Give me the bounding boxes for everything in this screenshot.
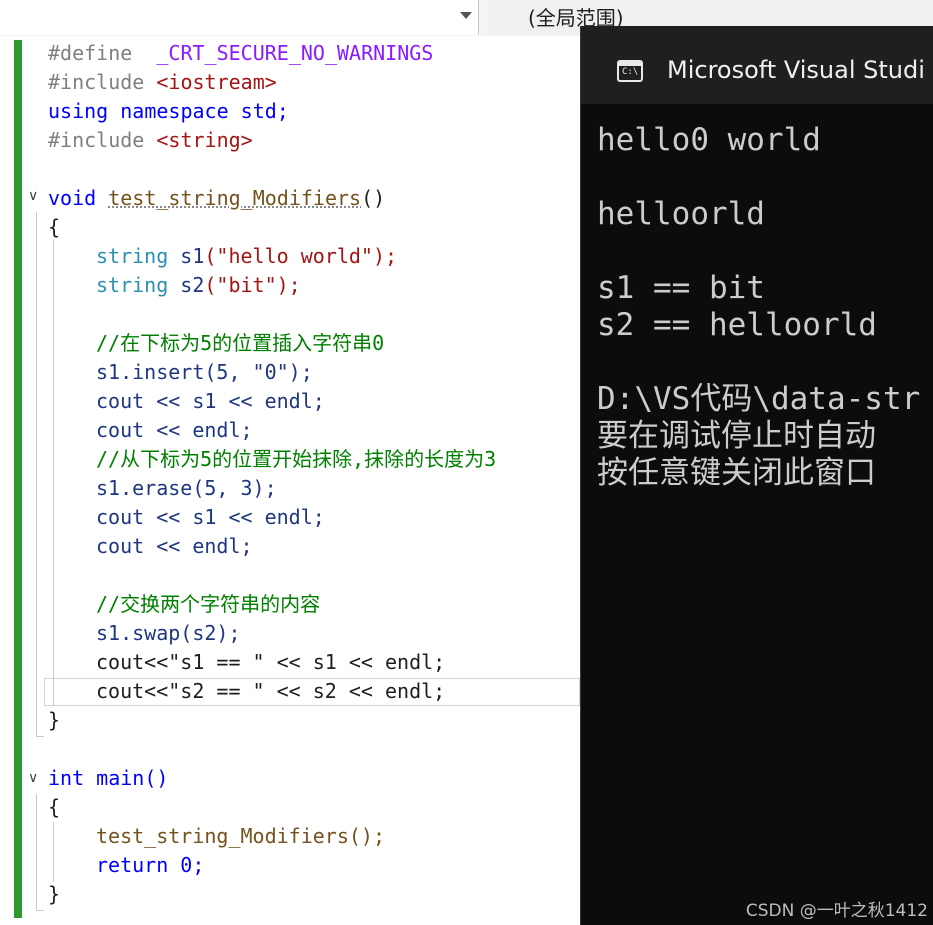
console-output-line: s2 == helloorld: [597, 307, 877, 343]
code-line: cout << s1 << endl;: [96, 505, 325, 529]
code-line: {: [48, 795, 61, 819]
console-output-line: D:\VS代码\data-str: [597, 381, 921, 417]
code-line: string s2("bit");: [96, 273, 301, 297]
code-line: return 0;: [96, 853, 205, 877]
code-line: }: [48, 708, 61, 732]
indent-guide: [53, 822, 54, 882]
fold-guide: [36, 794, 37, 910]
code-editor[interactable]: ∨ ∨ #define _CRT_SECURE_NO_WARNINGS #inc…: [0, 36, 580, 925]
code-line: cout << endl;: [96, 534, 253, 558]
chevron-down-icon[interactable]: [460, 12, 472, 19]
fold-guide: [36, 212, 37, 736]
console-title: Microsoft Visual Studi: [667, 56, 925, 84]
change-tracking-bar: [14, 40, 22, 918]
console-output-line: hello0 world: [597, 122, 821, 158]
csdn-watermark: CSDN @一叶之秋1412: [745, 901, 928, 921]
code-line: void test_string_Modifiers(): [48, 186, 386, 210]
code-line: s1.insert(5, "0");: [96, 360, 313, 384]
code-line: using namespace std;: [48, 99, 289, 123]
code-comment: //从下标为5的位置开始抹除,抹除的长度为3: [96, 447, 497, 471]
code-line: s1.erase(5, 3);: [96, 476, 277, 500]
code-line: #include <string>: [48, 128, 253, 152]
console-output-line: 按任意键关闭此窗口: [597, 455, 876, 491]
fold-toggle-icon[interactable]: ∨: [28, 188, 38, 204]
code-line: }: [48, 882, 61, 906]
fold-toggle-icon[interactable]: ∨: [28, 770, 38, 786]
code-comment: //在下标为5的位置插入字符串0: [96, 331, 385, 355]
code-line: s1.swap(s2);: [96, 621, 241, 645]
code-comment: //交换两个字符串的内容: [96, 592, 321, 616]
fold-guide-end: [36, 736, 44, 737]
code-line: #include <iostream>: [48, 70, 277, 94]
console-output-line: s1 == bit: [597, 270, 765, 306]
code-line: cout<<"s2 == " << s2 << endl;: [96, 679, 446, 703]
code-line: #define _CRT_SECURE_NO_WARNINGS: [48, 41, 434, 65]
code-line: {: [48, 215, 61, 239]
console-title-bar[interactable]: C:\ Microsoft Visual Studi: [581, 26, 933, 104]
code-line: cout << endl;: [96, 418, 253, 442]
indent-guide: [53, 240, 54, 706]
console-output-line: 要在调试停止时自动: [597, 418, 876, 454]
debug-console-window[interactable]: C:\ Microsoft Visual Studi hello0 world …: [580, 26, 933, 925]
code-line: cout << s1 << endl;: [96, 389, 325, 413]
code-line: test_string_Modifiers();: [96, 824, 385, 848]
code-line: int main(): [48, 766, 169, 790]
console-output-line: helloorld: [597, 196, 765, 232]
fold-guide-end: [36, 910, 44, 911]
code-line: cout<<"s1 == " << s1 << endl;: [96, 650, 446, 674]
code-line: string s1("hello world");: [96, 244, 398, 268]
cmd-icon: C:\: [617, 60, 643, 82]
file-scope-dropdown[interactable]: [0, 0, 479, 35]
